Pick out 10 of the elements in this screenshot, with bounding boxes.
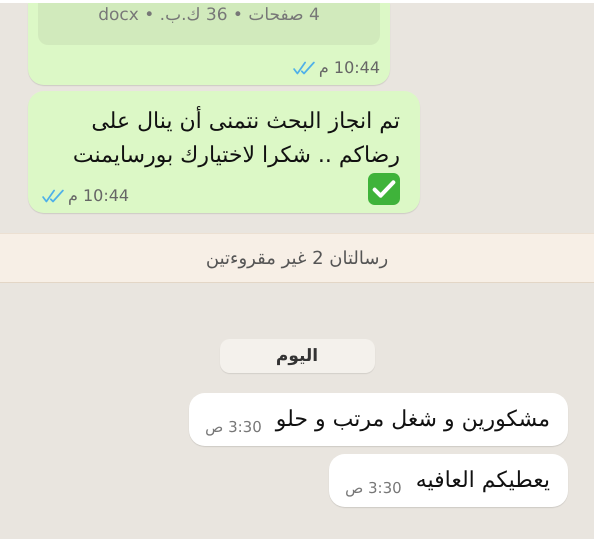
message-time: 3:30 ص: [205, 418, 262, 436]
message-time: 3:30 ص: [345, 478, 402, 497]
document-card[interactable]: 4 صفحات • 36 ك.ب. • docx: [38, 3, 380, 45]
document-info: 4 صفحات • 36 ك.ب. • docx: [98, 5, 320, 25]
unread-label: رسالتان 2 غير مقروءتين: [206, 248, 388, 269]
message-text: يعطيكم العافيه: [416, 466, 550, 495]
date-label: اليوم: [220, 339, 374, 374]
message-text: مشكورين و شغل مرتب و حلو: [276, 406, 550, 434]
message-time: 10:44 م: [68, 186, 130, 206]
message-time: 10:44 م: [318, 58, 380, 77]
